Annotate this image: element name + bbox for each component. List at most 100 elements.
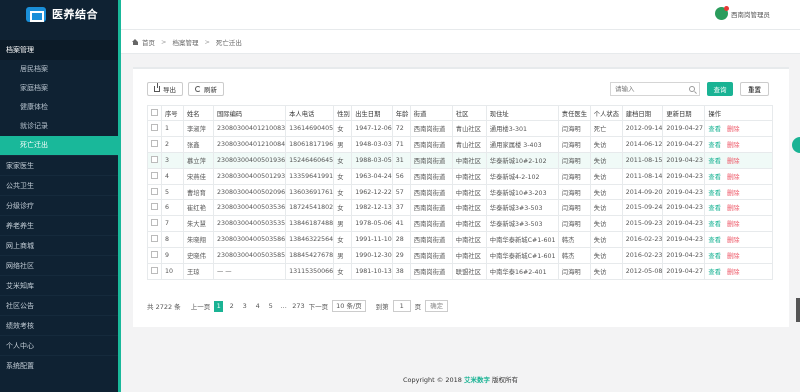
export-button[interactable]: 导出	[147, 82, 183, 96]
pager-page-last[interactable]: 273	[292, 301, 304, 312]
delete-link[interactable]: 删除	[727, 221, 740, 228]
delete-link[interactable]: 删除	[727, 142, 740, 149]
pager-goto-label: 到第	[375, 303, 389, 311]
view-link[interactable]: 查看	[708, 253, 721, 260]
sidebar-item-resident[interactable]: 居民档案	[0, 60, 118, 79]
view-link[interactable]: 查看	[708, 158, 721, 165]
pager-page-1[interactable]: 1	[214, 300, 224, 312]
view-link[interactable]: 查看	[708, 142, 721, 149]
row-checkbox[interactable]	[151, 219, 158, 227]
table-row[interactable]: 4 宋燕佳 23080300400501293 13359641991 女 1963-04…	[147, 167, 773, 185]
sidebar-item-settings[interactable]: 系统配置	[0, 355, 118, 375]
nav-group-archive[interactable]: 档案管理	[0, 40, 118, 60]
row-checkbox[interactable]	[151, 251, 158, 259]
home-icon	[132, 38, 139, 45]
table-cell: 闫海明	[557, 120, 591, 137]
table-cell: 3	[161, 151, 184, 169]
sidebar-item-checkup[interactable]: 健康体检	[0, 98, 118, 117]
page-size-select[interactable]: 10 条/页	[332, 300, 366, 312]
nav-main-list: 家家医生 公共卫生 分级诊疗 养老养生 网上商城 网络社区 艾米知库 社区公告 …	[0, 155, 118, 375]
row-actions: 查看 删除	[704, 183, 773, 201]
sidebar-item-performance[interactable]: 绩效考核	[0, 315, 118, 335]
pager-confirm-button[interactable]: 确定	[425, 300, 449, 312]
delete-link[interactable]: 删除	[727, 158, 740, 165]
sidebar-item-public-health[interactable]: 公共卫生	[0, 175, 118, 195]
view-link[interactable]: 查看	[708, 221, 721, 228]
search-icon[interactable]	[689, 86, 695, 92]
query-button[interactable]: 查询	[707, 82, 733, 96]
pager-page-4[interactable]: 4	[253, 301, 262, 312]
pager-page-5[interactable]: 5	[266, 301, 275, 312]
table-cell: 西南岗街道	[409, 151, 453, 169]
view-link[interactable]: 查看	[708, 269, 721, 276]
row-checkbox[interactable]	[151, 187, 158, 195]
sidebar-item-tiered-care[interactable]: 分级诊疗	[0, 195, 118, 215]
breadcrumb-level1[interactable]: 档案管理	[172, 37, 198, 47]
delete-link[interactable]: 删除	[727, 174, 740, 181]
row-checkbox[interactable]	[151, 123, 158, 131]
sidebar-item-death-migration[interactable]: 死亡迁出	[0, 136, 118, 155]
row-checkbox[interactable]	[151, 235, 158, 243]
table-row[interactable]: 6 崔红艳 23080300400503536 18724541802 女 1982-12…	[147, 199, 773, 217]
table-row[interactable]: 7 朱大慧 23080300400503535 13846187488 男 1978-05…	[147, 215, 773, 233]
delete-link[interactable]: 删除	[727, 237, 740, 244]
sidebar-item-visits[interactable]: 就诊记录	[0, 117, 118, 136]
delete-link[interactable]: 删除	[727, 126, 740, 133]
pager-page-3[interactable]: 3	[240, 301, 249, 312]
table-cell: 失访	[589, 215, 623, 233]
row-checkbox[interactable]	[151, 155, 158, 163]
scrollbar-thumb[interactable]	[796, 298, 800, 322]
col-header: 序号	[161, 105, 184, 121]
row-checkbox[interactable]	[151, 139, 158, 147]
delete-link[interactable]: 删除	[727, 253, 740, 260]
delete-link[interactable]: 删除	[727, 205, 740, 212]
sidebar-item-family[interactable]: 家庭档案	[0, 79, 118, 98]
sidebar-item-community[interactable]: 网络社区	[0, 255, 118, 275]
search-input[interactable]	[615, 85, 685, 93]
table-cell: 史晓伟	[183, 247, 214, 265]
row-checkbox[interactable]	[151, 266, 158, 274]
pager-goto-input[interactable]: 1	[392, 300, 411, 312]
view-link[interactable]: 查看	[708, 126, 721, 133]
pager-next[interactable]: 下一页	[309, 301, 329, 311]
sidebar-item-profile[interactable]: 个人中心	[0, 335, 118, 355]
breadcrumb-home[interactable]: 首页	[142, 37, 155, 47]
floating-service-button[interactable]	[792, 137, 800, 153]
row-checkbox[interactable]	[151, 203, 158, 211]
select-all-checkbox[interactable]	[151, 108, 158, 116]
sidebar-item-family-doctor[interactable]: 家家医生	[0, 155, 118, 175]
table-row[interactable]: 9 史晓伟 23080300400503585 18845427678 男 1990-12…	[147, 247, 773, 265]
view-link[interactable]: 查看	[708, 174, 721, 181]
pager-prev[interactable]: 上一页	[191, 301, 211, 311]
table-cell: 2	[161, 135, 184, 153]
table-row[interactable]: 1 李淑萍 23080300401210083 13614690405 女 1947-12…	[147, 120, 773, 137]
row-checkbox[interactable]	[151, 171, 158, 179]
pager-page-2[interactable]: 2	[227, 301, 236, 312]
table-row[interactable]: 5 曹培育 23080300400502096 13603691761 女 1962-12…	[147, 183, 773, 201]
table-row[interactable]: 8 朱晓翔 23080300400503586 13846322564 女 1991-11…	[147, 231, 773, 249]
table-row[interactable]: 3 慕立萍 23080300400501936 15246460645 女 1988-03…	[147, 151, 773, 169]
view-link[interactable]: 查看	[708, 237, 721, 244]
table-cell: 28	[391, 231, 411, 249]
table-cell: 失访	[589, 183, 623, 201]
table-cell: 失访	[589, 247, 623, 265]
sidebar-item-notice[interactable]: 社区公告	[0, 295, 118, 315]
reset-button[interactable]: 重置	[740, 82, 769, 96]
table-row[interactable]: 10 王琼 — —13115350066 女 1981-10-13 38 西南岗街道 联盟社区…	[147, 263, 773, 280]
sidebar-item-mall[interactable]: 网上商城	[0, 235, 118, 255]
delete-link[interactable]: 删除	[727, 190, 740, 197]
refresh-button[interactable]: 刷新	[188, 82, 224, 96]
view-link[interactable]: 查看	[708, 190, 721, 197]
table-cell: 青山社区	[451, 120, 487, 137]
view-link[interactable]: 查看	[708, 205, 721, 212]
table-cell: 2019-04-23	[662, 247, 706, 265]
user-menu[interactable]: 西南岗管理员	[715, 6, 770, 20]
brand[interactable]: 医养结合	[0, 0, 118, 28]
table-row[interactable]: 2 张鑫 23080300401210084 18061817196 男 1948-03-…	[147, 135, 773, 153]
sidebar-item-knowledge[interactable]: 艾米知库	[0, 275, 118, 295]
sidebar-item-elder-care[interactable]: 养老养生	[0, 215, 118, 235]
delete-link[interactable]: 删除	[727, 269, 740, 276]
table-cell: 张鑫	[183, 135, 214, 153]
table-cell: 西南岗街道	[409, 167, 453, 185]
breadcrumb-separator: >	[204, 37, 210, 46]
